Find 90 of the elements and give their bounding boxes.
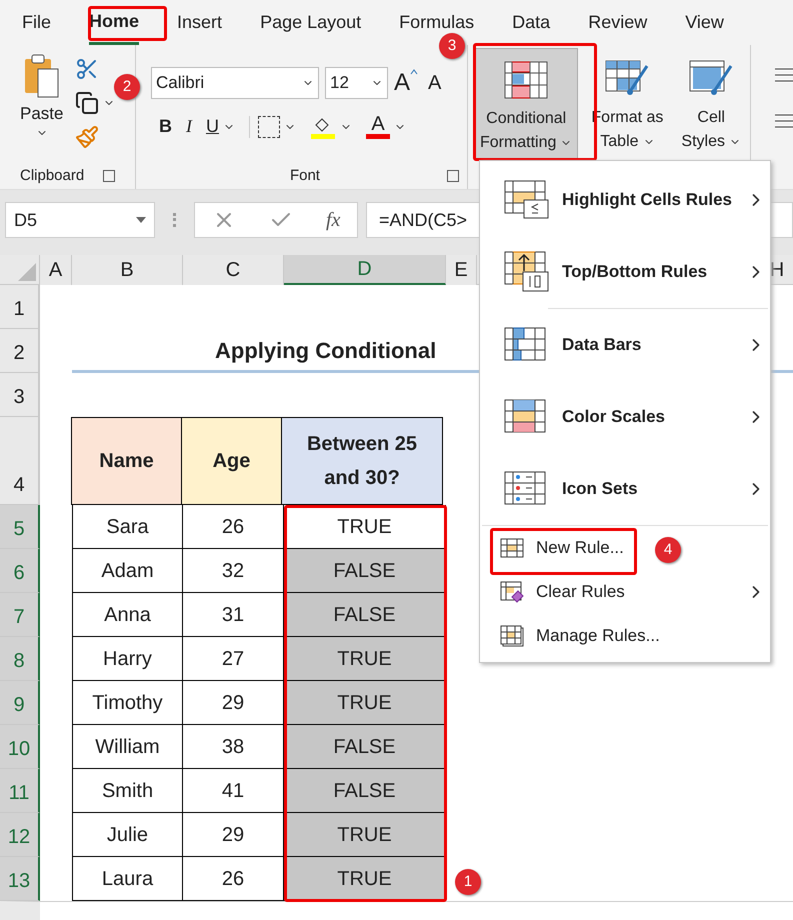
table-cell: Adam xyxy=(72,549,183,593)
table-cell[interactable]: FALSE xyxy=(284,769,446,813)
insert-function-button[interactable]: fx xyxy=(326,205,340,235)
styles-button[interactable]: Cell Styles xyxy=(676,48,746,160)
table-cell: 41 xyxy=(183,769,284,813)
table-cell[interactable]: TRUE xyxy=(284,637,446,681)
menu-item[interactable]: Highlight Cells Rules xyxy=(480,164,770,236)
row-number[interactable]: 1 xyxy=(0,285,40,329)
table-cell[interactable]: TRUE xyxy=(284,857,446,901)
menu-item[interactable]: Top/Bottom Rules xyxy=(480,236,770,308)
table-cell[interactable]: TRUE xyxy=(284,505,446,549)
ribbon-tab[interactable]: Page Layout xyxy=(260,0,362,45)
dialog-launcher-icon[interactable] xyxy=(102,170,115,182)
table-cell: Julie xyxy=(72,813,183,857)
row-number[interactable]: 9 xyxy=(0,681,40,725)
menu-item[interactable]: Color Scales xyxy=(480,381,770,453)
ribbon-tab[interactable]: Insert xyxy=(177,0,222,45)
row-number[interactable]: 2 xyxy=(0,329,40,373)
table-cell: Sara xyxy=(72,505,183,549)
ribbon-tab[interactable]: Review xyxy=(588,0,648,45)
top-bottom-icon xyxy=(504,251,550,293)
table-cell: William xyxy=(72,725,183,769)
italic-button[interactable]: I xyxy=(186,113,192,140)
new-rule-icon xyxy=(500,538,524,558)
table-cell[interactable]: TRUE xyxy=(284,681,446,725)
menu-item[interactable]: Manage Rules... xyxy=(480,614,770,658)
menu-item[interactable]: Icon Sets xyxy=(480,453,770,525)
borders-icon[interactable] xyxy=(258,116,280,138)
header-cell: Name xyxy=(71,417,182,505)
table-cell: 38 xyxy=(183,725,284,769)
table-cell[interactable]: FALSE xyxy=(284,593,446,637)
table-cell[interactable]: FALSE xyxy=(284,549,446,593)
align-icon[interactable] xyxy=(775,67,793,83)
manage-rules-icon xyxy=(500,625,524,647)
table-cell: Harry xyxy=(72,637,183,681)
table-cell: 26 xyxy=(183,505,284,549)
row-number[interactable]: 4 xyxy=(0,417,40,505)
ribbon-tab[interactable]: File xyxy=(22,0,52,45)
clear-rules-icon xyxy=(500,581,524,603)
row-number[interactable]: 5 xyxy=(0,505,40,549)
highlight-cells-icon xyxy=(504,180,550,220)
table-cell: 32 xyxy=(183,549,284,593)
group-label: Font xyxy=(290,166,320,186)
table-brush-icon xyxy=(605,60,650,98)
dialog-launcher-icon[interactable] xyxy=(446,170,459,182)
table-cell: 31 xyxy=(183,593,284,637)
bold-button[interactable]: B xyxy=(158,113,172,140)
header-cell: Between 25 and 30? xyxy=(281,417,443,505)
sheet-title: Applying Conditional xyxy=(215,337,436,365)
table-cell[interactable]: TRUE xyxy=(284,813,446,857)
menu-item[interactable]: Data Bars xyxy=(480,309,770,381)
font-color-button[interactable]: A xyxy=(366,114,390,139)
font-name-field[interactable]: Calibri xyxy=(150,67,319,99)
format-painter-icon[interactable] xyxy=(75,125,100,149)
row-number[interactable]: 11 xyxy=(0,769,40,813)
underline-button[interactable]: U xyxy=(206,113,219,140)
row-number[interactable]: 6 xyxy=(0,549,40,593)
paste-button[interactable]: Paste xyxy=(20,53,64,163)
row-number[interactable]: 13 xyxy=(0,857,40,901)
table-cell: 29 xyxy=(183,681,284,725)
row-number[interactable]: 7 xyxy=(0,593,40,637)
ribbon-tab[interactable]: Data xyxy=(512,0,550,45)
row-number[interactable]: 12 xyxy=(0,813,40,857)
name-box[interactable]: D5 xyxy=(5,202,155,238)
copy-icon[interactable] xyxy=(75,91,100,115)
font-size-field[interactable]: 12 xyxy=(324,67,388,99)
table-cell: Anna xyxy=(72,593,183,637)
table-cell: 29 xyxy=(183,813,284,857)
row-number[interactable]: 10 xyxy=(0,725,40,769)
styles-button[interactable]: Conditional Formatting xyxy=(474,48,578,160)
header-cell: Age xyxy=(181,417,282,505)
dropdown-icon[interactable] xyxy=(136,217,146,223)
group-label: Clipboard xyxy=(20,166,84,186)
ribbon-tab[interactable]: View xyxy=(685,0,724,45)
step-badge: 1 xyxy=(455,869,481,895)
row-number[interactable]: 3 xyxy=(0,373,40,417)
menu-item[interactable]: Clear Rules xyxy=(480,570,770,614)
table-cell: Timothy xyxy=(72,681,183,725)
align-icon[interactable] xyxy=(775,113,793,129)
row-number[interactable]: 8 xyxy=(0,637,40,681)
table-cell: Smith xyxy=(72,769,183,813)
column-header[interactable]: D xyxy=(284,255,446,285)
increase-font-button[interactable]: A xyxy=(394,65,418,101)
conditional-formatting-icon xyxy=(504,61,548,99)
cell-brush-icon xyxy=(689,60,734,98)
table-cell: 27 xyxy=(183,637,284,681)
caret-up-icon xyxy=(410,69,418,75)
table-cell[interactable]: FALSE xyxy=(284,725,446,769)
drag-handle-icon[interactable] xyxy=(173,213,176,227)
decrease-font-button[interactable]: A xyxy=(428,68,442,98)
